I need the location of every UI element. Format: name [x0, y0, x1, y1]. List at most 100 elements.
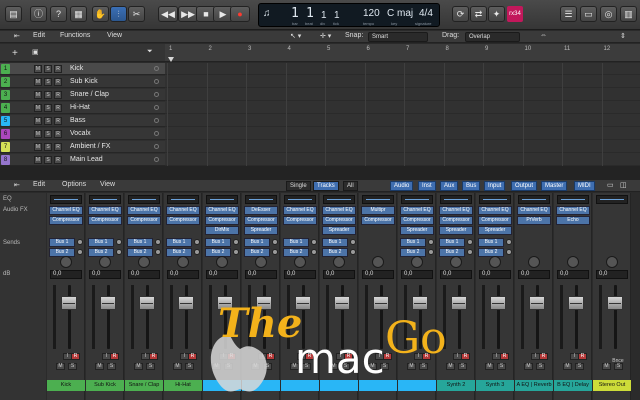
pan-knob[interactable] [255, 256, 267, 268]
arrange-lane[interactable] [165, 128, 640, 140]
volume-fader[interactable] [61, 295, 77, 310]
audio-fx-slot[interactable]: Channel EQ [88, 206, 122, 215]
browser-button[interactable]: ▥ [620, 6, 637, 22]
track-record-button[interactable]: R [54, 156, 62, 164]
track-record-button[interactable]: R [54, 78, 62, 86]
channel-name[interactable]: Kick [47, 380, 85, 391]
track-header[interactable]: 3 M S R Snare / Clap [0, 89, 165, 101]
volume-db-readout[interactable]: 0,0 [557, 270, 589, 279]
eq-thumbnail[interactable] [479, 195, 511, 204]
track-solo-button[interactable]: S [44, 78, 52, 86]
send-slot[interactable]: Bus 1 [166, 238, 192, 247]
eq-thumbnail[interactable] [518, 195, 550, 204]
audio-fx-slot[interactable]: Channel EQ [283, 206, 317, 215]
audio-fx-slot[interactable]: Compressor [49, 216, 83, 225]
strip-record-button[interactable]: R [110, 353, 119, 360]
track-header[interactable]: 6 M S R Vocalx [0, 128, 165, 140]
send-level-knob[interactable] [272, 249, 278, 255]
mixer-split-icon[interactable]: ◫ [620, 181, 627, 189]
send-level-knob[interactable] [272, 239, 278, 245]
strip-input-button[interactable]: I [531, 353, 540, 360]
mixer-filter-button[interactable]: Input [484, 181, 506, 191]
volume-db-readout[interactable]: 0,0 [284, 270, 316, 279]
audio-fx-slot[interactable]: Compressor [283, 216, 317, 225]
track-on-off-icon[interactable] [154, 144, 159, 149]
notepad-button[interactable]: ▭ [580, 6, 597, 22]
strip-mute-button[interactable]: M [485, 363, 494, 370]
strip-input-button[interactable]: I [141, 353, 150, 360]
audio-fx-slot[interactable]: Channel EQ [166, 206, 200, 215]
eq-thumbnail[interactable] [284, 195, 316, 204]
send-slot[interactable]: Bus 2 [127, 248, 153, 257]
volume-fader[interactable] [607, 295, 623, 310]
audio-fx-slot[interactable]: Spreader [439, 226, 473, 235]
strip-input-button[interactable]: I [453, 353, 462, 360]
mixer-button[interactable]: ⫶ [110, 6, 127, 22]
volume-db-readout[interactable]: 0,0 [50, 270, 82, 279]
catch-button[interactable]: ⏷ [147, 48, 153, 56]
send-slot[interactable]: Bus 1 [49, 238, 75, 247]
tracks-view-menu[interactable]: View [107, 32, 122, 39]
track-on-off-icon[interactable] [154, 131, 159, 136]
send-level-knob[interactable] [506, 249, 512, 255]
pan-knob[interactable] [216, 256, 228, 268]
send-slot[interactable]: Bus 1 [205, 238, 231, 247]
audio-fx-slot[interactable]: Compressor [361, 216, 395, 225]
drag-select[interactable]: Overlap [465, 32, 520, 42]
track-on-off-icon[interactable] [154, 92, 159, 97]
track-header[interactable]: 7 M S R Ambient / FX [0, 141, 165, 153]
audio-fx-slot[interactable]: Channel EQ [400, 206, 434, 215]
track-mute-button[interactable]: M [34, 117, 42, 125]
pan-knob[interactable] [138, 256, 150, 268]
arrange-lane[interactable] [165, 102, 640, 114]
audio-fx-slot[interactable]: Spreader [478, 226, 512, 235]
audio-fx-slot[interactable]: Spreader [244, 226, 278, 235]
volume-fader[interactable] [100, 295, 116, 310]
volume-db-readout[interactable]: 0,0 [440, 270, 472, 279]
audio-fx-slot[interactable]: Compressor [439, 216, 473, 225]
audio-fx-slot[interactable]: Compressor [127, 216, 161, 225]
inspector-button[interactable]: ⓘ [30, 6, 47, 22]
arrange-lane[interactable] [165, 141, 640, 153]
strip-solo-button[interactable]: S [536, 363, 545, 370]
eq-thumbnail[interactable] [167, 195, 199, 204]
send-slot[interactable]: Bus 2 [49, 248, 75, 257]
send-slot[interactable]: Bus 1 [88, 238, 114, 247]
metronome-button[interactable]: ✦ [488, 6, 505, 22]
back-icon[interactable]: ⇤ [14, 32, 20, 40]
channel-name[interactable]: B EQ | Delay [554, 380, 592, 391]
send-level-knob[interactable] [194, 239, 200, 245]
track-on-off-icon[interactable] [154, 66, 159, 71]
loop-browser-button[interactable]: ◎ [600, 6, 617, 22]
mixer-filter-button[interactable]: MIDI [574, 181, 595, 191]
track-mute-button[interactable]: M [34, 156, 42, 164]
pan-knob[interactable] [372, 256, 384, 268]
strip-solo-button[interactable]: S [575, 363, 584, 370]
track-solo-button[interactable]: S [44, 156, 52, 164]
mixer-edit-menu[interactable]: Edit [33, 181, 45, 188]
audio-fx-slot[interactable]: Channel EQ [517, 206, 551, 215]
zoom-icon[interactable]: ⇔ [540, 32, 547, 39]
track-record-button[interactable]: R [54, 65, 62, 73]
send-slot[interactable]: Bus 2 [166, 248, 192, 257]
volume-fader[interactable] [451, 295, 467, 310]
tracks-functions-menu[interactable]: Functions [60, 32, 90, 39]
pan-knob[interactable] [528, 256, 540, 268]
track-header[interactable]: 2 M S R Sub Kick [0, 76, 165, 88]
pointer-tool[interactable]: ↖ ▾ [290, 32, 301, 40]
eq-thumbnail[interactable] [557, 195, 589, 204]
mixer-layout-icon[interactable]: ▭ [607, 181, 614, 189]
channel-name[interactable]: Hi-Hat [164, 380, 202, 391]
record-button[interactable]: ● [230, 6, 250, 22]
send-slot[interactable]: Bus 2 [244, 248, 270, 257]
send-slot[interactable]: Bus 1 [244, 238, 270, 247]
rewind-button[interactable]: ◀◀ [158, 6, 178, 22]
strip-record-button[interactable]: R [539, 353, 548, 360]
send-slot[interactable]: Bus 1 [283, 238, 309, 247]
track-global-icon[interactable]: ▣ [32, 48, 39, 56]
audio-fx-slot[interactable]: Spreader [322, 226, 356, 235]
mixer-mode-tab[interactable]: All [343, 181, 358, 191]
audio-fx-slot[interactable]: Multipr [361, 206, 395, 215]
mixer-options-menu[interactable]: Options [62, 181, 86, 188]
track-header[interactable]: 4 M S R Hi-Hat [0, 102, 165, 114]
